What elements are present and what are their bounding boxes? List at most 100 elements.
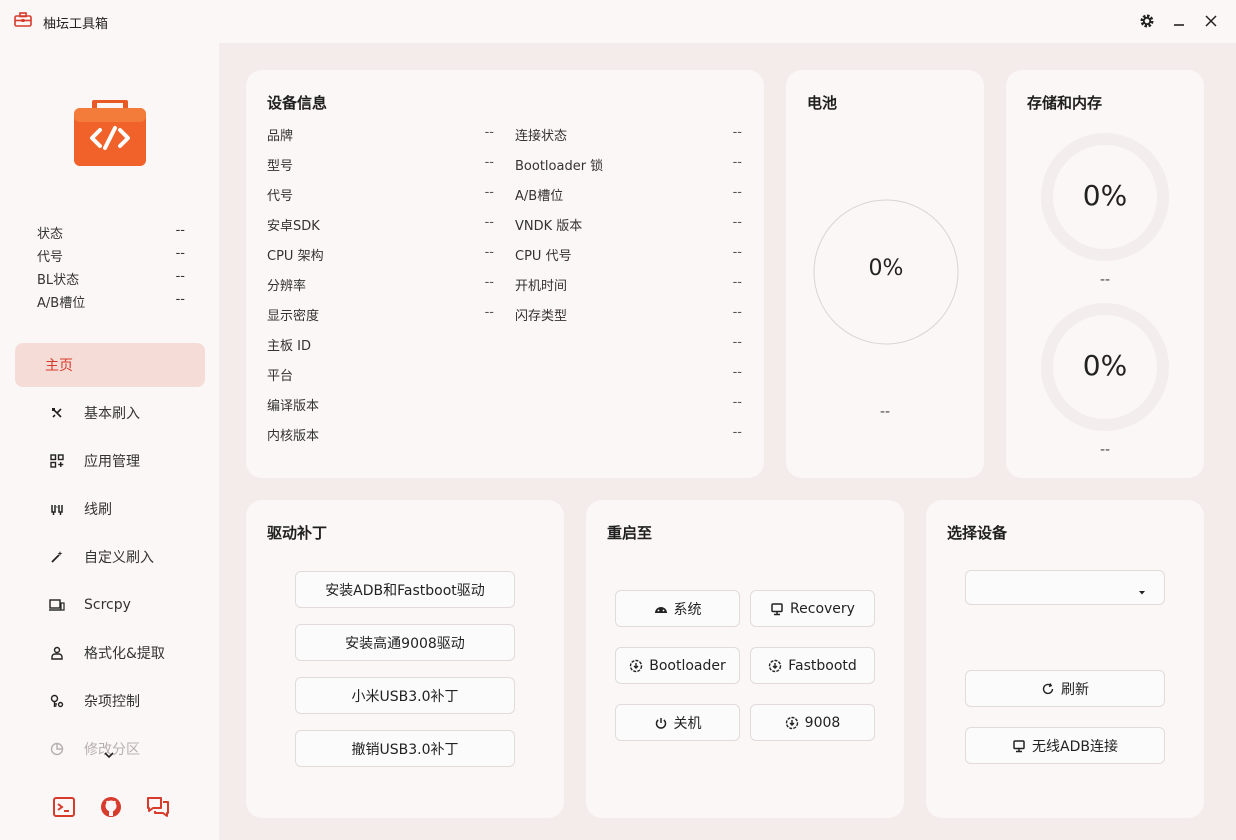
info-row: 开机时间 -- (515, 273, 742, 303)
title-bar: 柚坛工具箱 (0, 0, 1236, 43)
sidebar-item-7[interactable]: 杂项控制 (15, 679, 205, 723)
chat-icon[interactable] (146, 795, 170, 819)
person-icon (49, 645, 65, 661)
reboot-9008-button[interactable]: 9008 (750, 704, 875, 741)
install-qualcomm-9008-driver-button[interactable]: 安装高通9008驱动 (295, 624, 515, 661)
info-label: 连接状态 (515, 129, 568, 144)
reboot-card: 重启至 系统 Recovery Bootloader Fastbootd 关机 … (586, 500, 904, 818)
info-value: -- (484, 215, 494, 230)
storage-detail: -- (1099, 272, 1111, 288)
info-label: VNDK 版本 (515, 219, 583, 234)
info-value: -- (484, 185, 494, 200)
key-icon (49, 693, 65, 709)
refresh-button[interactable]: 刷新 (965, 670, 1165, 707)
reboot-recovery-button[interactable]: Recovery (750, 590, 875, 627)
info-row: 型号 -- (267, 153, 494, 183)
info-value: -- (484, 125, 494, 140)
sidebar-item-label: 自定义刷入 (84, 550, 154, 566)
sidebar-item-1[interactable]: 基本刷入 (15, 391, 205, 435)
arrow-circle-icon (785, 716, 799, 730)
cable-icon (49, 501, 65, 517)
sidebar-item-5[interactable]: Scrcpy (15, 583, 205, 627)
power-icon (654, 716, 668, 730)
minimize-button[interactable] (1170, 12, 1188, 30)
device-select-card: 选择设备 刷新 无线ADB连接 (926, 500, 1204, 818)
reboot-title: 重启至 (607, 524, 653, 542)
info-label: 开机时间 (515, 279, 568, 294)
reboot-bootloader-button[interactable]: Bootloader (615, 647, 740, 684)
memory-percent: 0% (1082, 349, 1128, 382)
info-value: -- (732, 215, 742, 230)
battery-percent: 0% (868, 256, 904, 281)
xiaomi-usb3-patch-button[interactable]: 小米USB3.0补丁 (295, 677, 515, 714)
memory-ring: 0% (1039, 301, 1171, 433)
revert-usb3-patch-button[interactable]: 撤销USB3.0补丁 (295, 730, 515, 767)
sidebar-item-label: 格式化&提取 (84, 646, 165, 662)
info-row: 安卓SDK -- (267, 213, 494, 243)
reboot-system-button[interactable]: 系统 (615, 590, 740, 627)
settings-icon[interactable] (1138, 12, 1156, 30)
info-value: -- (732, 125, 742, 140)
device-select-title: 选择设备 (947, 524, 1008, 542)
info-label: 品牌 (267, 129, 294, 144)
driver-patch-card: 驱动补丁 安装ADB和Fastboot驱动 安装高通9008驱动 小米USB3.… (246, 500, 564, 818)
info-value: -- (732, 365, 742, 380)
info-row: 编译版本 -- (267, 393, 742, 423)
info-row: A/B槽位 -- (515, 183, 742, 213)
status-label: BL状态 (37, 273, 80, 288)
sidebar-item-2[interactable]: 应用管理 (15, 439, 205, 483)
sidebar: 状态 -- 代号 -- BL状态 -- A/B槽位 -- 主页 基本刷入 应用管理 线刷 自定义刷入 S… (0, 43, 219, 840)
info-value: -- (484, 155, 494, 170)
info-row: 品牌 -- (267, 123, 494, 153)
monitor-icon (1012, 739, 1026, 753)
wireless-adb-button[interactable]: 无线ADB连接 (965, 727, 1165, 764)
battery-ring: 0% (812, 198, 960, 346)
info-label: 安卓SDK (267, 219, 320, 234)
close-button[interactable] (1202, 12, 1220, 30)
chevron-down-icon[interactable] (102, 748, 116, 762)
sidebar-item-3[interactable]: 线刷 (15, 487, 205, 531)
info-row: 分辨率 -- (267, 273, 494, 303)
info-label: 型号 (267, 159, 294, 174)
battery-card: 电池 0% -- (786, 70, 984, 478)
github-icon[interactable] (99, 795, 123, 819)
info-row: 平台 -- (267, 363, 742, 393)
status-row: 状态 -- (37, 223, 185, 246)
device-dropdown[interactable] (965, 570, 1165, 605)
memory-detail: -- (1099, 442, 1111, 458)
info-value: -- (732, 425, 742, 440)
sidebar-item-6[interactable]: 格式化&提取 (15, 631, 205, 675)
power-off-button[interactable]: 关机 (615, 704, 740, 741)
info-label: 内核版本 (267, 429, 320, 444)
sidebar-item-label: 杂项控制 (84, 694, 140, 710)
status-value: -- (175, 223, 185, 238)
terminal-icon[interactable] (52, 795, 76, 819)
status-label: A/B槽位 (37, 296, 86, 311)
status-value: -- (175, 269, 185, 284)
status-label: 状态 (37, 227, 64, 242)
info-label: 代号 (267, 189, 294, 204)
info-row: 代号 -- (267, 183, 494, 213)
info-value: -- (732, 335, 742, 350)
reboot-fastbootd-button[interactable]: Fastbootd (750, 647, 875, 684)
sidebar-item-4[interactable]: 自定义刷入 (15, 535, 205, 579)
install-adb-driver-button[interactable]: 安装ADB和Fastboot驱动 (295, 571, 515, 608)
info-label: Bootloader 锁 (515, 159, 604, 174)
info-value: -- (484, 245, 494, 260)
app-title: 柚坛工具箱 (43, 17, 109, 32)
sidebar-item-0[interactable]: 主页 (15, 343, 205, 387)
driver-title: 驱动补丁 (267, 524, 328, 542)
info-row: 闪存类型 -- (515, 303, 742, 333)
storage-percent: 0% (1082, 179, 1128, 212)
info-label: CPU 代号 (515, 249, 572, 264)
status-row: A/B槽位 -- (37, 292, 185, 315)
info-label: A/B槽位 (515, 189, 564, 204)
arrow-circle-icon (629, 659, 643, 673)
sidebar-item-label: Scrcpy (84, 597, 131, 613)
sidebar-item-label: 应用管理 (84, 454, 140, 470)
flash-icon (49, 405, 65, 421)
info-label: CPU 架构 (267, 249, 324, 264)
device-info-full-col: 主板 ID -- 平台 -- 编译版本 -- 内核版本 -- (267, 333, 742, 453)
device-status-list: 状态 -- 代号 -- BL状态 -- A/B槽位 -- (37, 223, 185, 315)
app-logo-icon (74, 100, 146, 168)
